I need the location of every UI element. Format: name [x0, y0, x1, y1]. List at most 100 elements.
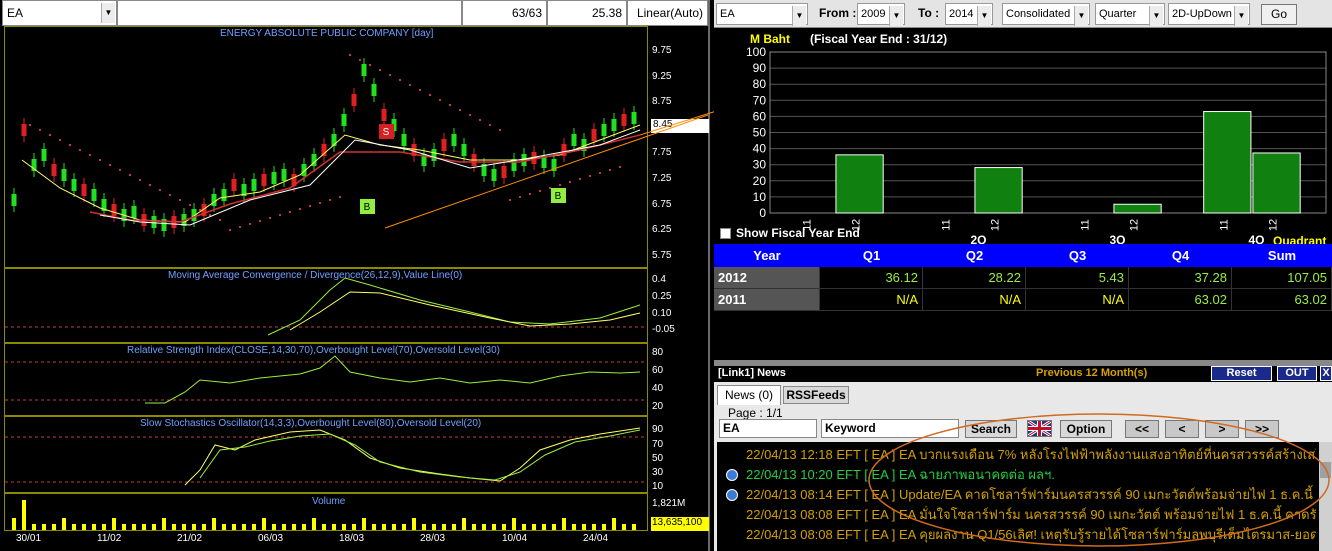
- sar-dot: [79, 149, 81, 151]
- sar-dot: [149, 184, 151, 186]
- fiscal-year-checkbox[interactable]: [720, 228, 731, 239]
- sar-dot: [419, 89, 421, 91]
- profit-bar: [1113, 203, 1162, 214]
- volume-bar: [432, 524, 436, 530]
- candle-body: [91, 189, 97, 201]
- candle-body: [131, 206, 137, 218]
- volume-bar: [512, 518, 516, 530]
- fin-symbol-select[interactable]: EA ▼: [716, 3, 808, 26]
- out-button[interactable]: OUT: [1277, 366, 1317, 381]
- sar-dot: [359, 59, 361, 61]
- table-cell: 63.02: [1232, 289, 1332, 311]
- quarter-label: 2Q: [970, 233, 986, 244]
- chart-y-tick: 0: [759, 206, 766, 220]
- volume-bar: [532, 524, 536, 530]
- volume-bar: [562, 518, 566, 530]
- chart-y-tick: 20: [753, 174, 767, 188]
- buy-marker[interactable]: B: [551, 188, 566, 203]
- sar-dot: [429, 94, 431, 96]
- from-year-value: 2009: [861, 8, 886, 20]
- quarter-label: 4Q: [1248, 233, 1264, 244]
- close-button[interactable]: X: [1320, 366, 1332, 381]
- volume-bar: [72, 524, 76, 530]
- sar-dot: [259, 220, 261, 222]
- reset-button[interactable]: Reset: [1211, 366, 1272, 381]
- volume-bar: [632, 524, 636, 530]
- sar-dot: [329, 199, 331, 201]
- to-year-select[interactable]: 2014 ▼: [945, 3, 993, 26]
- candle-body: [151, 216, 157, 228]
- volume-bar: [502, 524, 506, 530]
- statement-type-select[interactable]: Consolidated ▼: [1002, 3, 1090, 26]
- candle-body: [351, 94, 357, 106]
- financial-window: EA ▼ From : 2009 ▼ To : 2014 ▼ Consolidated…: [714, 0, 1332, 551]
- bar-year-label: 12: [990, 219, 1002, 231]
- news-symbol-input[interactable]: EA: [719, 419, 817, 438]
- candle-body: [571, 134, 577, 146]
- chevron-down-icon[interactable]: ▼: [1149, 6, 1163, 26]
- table-header: Q4: [1129, 244, 1232, 267]
- previous-months-link[interactable]: Previous 12 Month(s): [1036, 367, 1147, 379]
- volume-bar: [312, 518, 316, 530]
- sell-marker[interactable]: S: [379, 124, 394, 139]
- chart-type-value: 2D-UpDown: [1172, 8, 1232, 20]
- chevron-down-icon[interactable]: ▼: [889, 6, 903, 26]
- quarterly-profit-chart[interactable]: 100908070605040302010011 12 11 122Q11 123Q11…: [714, 44, 1332, 244]
- tab-rss-feeds[interactable]: RSSFeeds: [783, 386, 849, 404]
- sar-dot: [389, 74, 391, 76]
- chevron-down-icon[interactable]: ▼: [792, 6, 806, 26]
- candle-body: [341, 114, 347, 126]
- chart-y-tick: 60: [753, 109, 767, 123]
- from-year-select[interactable]: 2009 ▼: [857, 3, 905, 26]
- sar-dot: [319, 202, 321, 204]
- rsi-line: [145, 355, 641, 404]
- volume-bar: [142, 524, 146, 530]
- sar-dot: [349, 54, 351, 56]
- volume-bar: [32, 524, 36, 530]
- chevron-down-icon[interactable]: ▼: [1074, 6, 1088, 26]
- sar-dot: [119, 169, 121, 171]
- sar-dot: [509, 199, 511, 201]
- hand-drawn-ellipse: [868, 413, 1330, 547]
- chart-y-tick: 90: [753, 61, 767, 75]
- volume-bar: [162, 518, 166, 530]
- go-button[interactable]: Go: [1261, 4, 1297, 25]
- volume-bar: [152, 524, 156, 530]
- buy-marker[interactable]: B: [360, 199, 375, 214]
- candle-body: [401, 134, 407, 146]
- sar-dot: [459, 109, 461, 111]
- period-select[interactable]: Quarter ▼: [1095, 3, 1165, 26]
- volume-bar: [392, 524, 396, 530]
- chart-y-tick: 80: [753, 77, 767, 91]
- parabolic-sar: [29, 54, 621, 231]
- candle-body: [461, 144, 467, 156]
- indicator-charts[interactable]: S B B: [0, 0, 708, 551]
- candle-body: [41, 149, 47, 161]
- chart-y-tick: 30: [753, 158, 767, 172]
- chevron-down-icon[interactable]: ▼: [1234, 6, 1248, 26]
- candle-body: [221, 189, 227, 201]
- sar-dot: [559, 184, 561, 186]
- volume-bar: [362, 518, 366, 530]
- chevron-down-icon[interactable]: ▼: [977, 6, 991, 26]
- candle-body: [501, 166, 507, 178]
- volume-bar: [242, 524, 246, 530]
- bar-year-label: 11: [940, 219, 952, 230]
- table-cell: 107.05: [1232, 267, 1332, 289]
- chart-y-tick: 100: [746, 45, 766, 59]
- profit-bar: [1252, 152, 1301, 214]
- sar-dot: [619, 166, 621, 168]
- chart-type-select[interactable]: 2D-UpDown ▼: [1168, 3, 1250, 26]
- sar-dot: [89, 154, 91, 156]
- volume-bar: [292, 524, 296, 530]
- tab-news[interactable]: News (0): [717, 385, 781, 405]
- sar-dot: [499, 129, 501, 131]
- svg-text:B: B: [364, 202, 371, 213]
- volume-bar: [62, 518, 66, 530]
- candle-body: [211, 194, 217, 206]
- sar-dot: [309, 205, 311, 207]
- candle-body: [591, 129, 597, 141]
- sar-dot: [339, 196, 341, 198]
- table-cell-year: 2012: [714, 267, 820, 289]
- candle-body: [71, 179, 77, 191]
